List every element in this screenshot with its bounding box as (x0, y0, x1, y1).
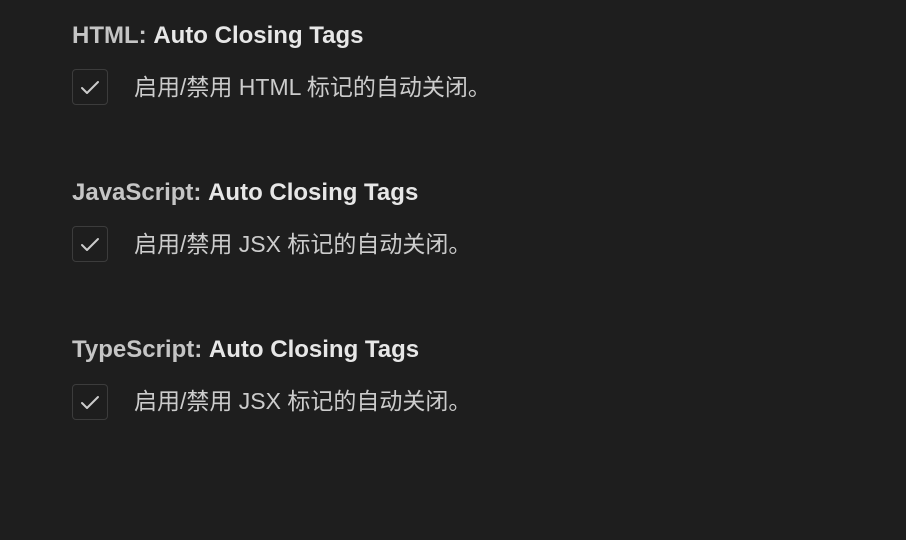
setting-item-javascript-auto-closing: JavaScript: Auto Closing Tags 启用/禁用 JSX … (72, 177, 906, 262)
setting-name: Auto Closing Tags (209, 336, 419, 363)
setting-description: 启用/禁用 HTML 标记的自动关闭。 (134, 71, 491, 103)
setting-category: JavaScript: (72, 179, 208, 206)
checkbox-typescript-auto-closing[interactable] (72, 384, 108, 420)
setting-description: 启用/禁用 JSX 标记的自动关闭。 (134, 228, 471, 260)
setting-title: HTML: Auto Closing Tags (72, 20, 906, 51)
checkbox-javascript-auto-closing[interactable] (72, 226, 108, 262)
setting-title: JavaScript: Auto Closing Tags (72, 177, 906, 208)
setting-description: 启用/禁用 JSX 标记的自动关闭。 (134, 385, 471, 417)
setting-item-typescript-auto-closing: TypeScript: Auto Closing Tags 启用/禁用 JSX … (72, 334, 906, 419)
setting-name: Auto Closing Tags (153, 22, 363, 49)
check-icon (78, 232, 102, 256)
setting-row: 启用/禁用 JSX 标记的自动关闭。 (72, 384, 906, 420)
setting-category: TypeScript: (72, 336, 209, 363)
check-icon (78, 75, 102, 99)
checkbox-html-auto-closing[interactable] (72, 69, 108, 105)
setting-category: HTML: (72, 22, 153, 49)
setting-item-html-auto-closing: HTML: Auto Closing Tags 启用/禁用 HTML 标记的自动… (72, 20, 906, 105)
setting-title: TypeScript: Auto Closing Tags (72, 334, 906, 365)
setting-row: 启用/禁用 HTML 标记的自动关闭。 (72, 69, 906, 105)
setting-name: Auto Closing Tags (208, 179, 418, 206)
setting-row: 启用/禁用 JSX 标记的自动关闭。 (72, 226, 906, 262)
check-icon (78, 390, 102, 414)
